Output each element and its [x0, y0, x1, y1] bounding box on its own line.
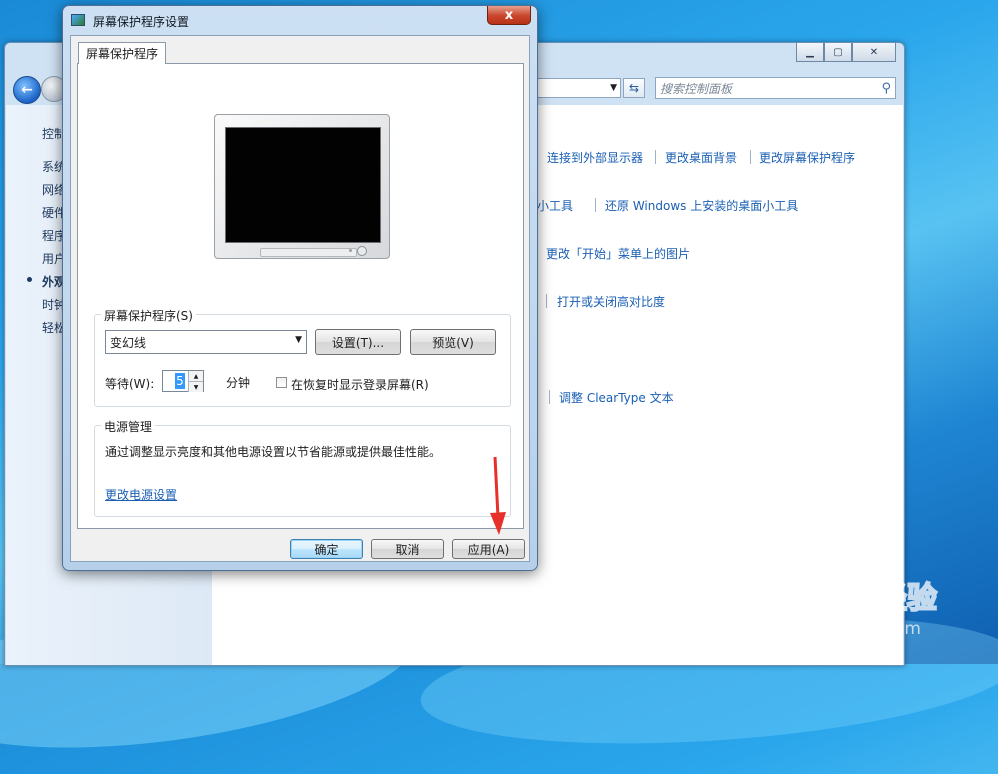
svg-text:Bai: Bai: [764, 573, 832, 617]
change-power-settings-link[interactable]: 更改电源设置: [105, 486, 177, 503]
screen-saver-dialog: 屏幕保护程序设置 x 屏幕保护程序 屏幕保护程序(S) 变幻线 ▼ 设置(T).…: [62, 5, 538, 571]
link-adjust-cleartype[interactable]: 调整 ClearType 文本: [559, 389, 674, 406]
window-caption-buttons: ▁ ▢ ✕: [796, 43, 896, 62]
link-separator: [546, 294, 547, 308]
preview-screen: [225, 127, 381, 243]
apply-button[interactable]: 应用(A): [452, 539, 525, 559]
minimize-icon: ▁: [806, 46, 814, 58]
screen-saver-selected-value: 变幻线: [110, 335, 147, 350]
link-separator: [750, 150, 751, 164]
spin-up-icon[interactable]: ▲: [188, 371, 203, 381]
monitor-base: [260, 248, 357, 257]
tab-label: 屏幕保护程序: [86, 47, 159, 61]
wait-minutes-stepper[interactable]: 5 ▲ ▼: [162, 370, 204, 392]
link-separator: [549, 390, 550, 404]
link-restore-gadgets[interactable]: 还原 Windows 上安装的桌面小工具: [605, 197, 798, 214]
resume-login-label[interactable]: 在恢复时显示登录屏幕(R): [291, 376, 429, 393]
svg-text:经验: 经验: [877, 581, 937, 616]
screen-saver-settings-icon: [71, 14, 85, 26]
preview-button[interactable]: 预览(V): [410, 329, 496, 355]
close-icon: x: [504, 7, 514, 23]
minimize-button[interactable]: ▁: [796, 43, 824, 62]
maximize-icon: ▢: [833, 46, 843, 58]
baidu-jingyan-watermark-logo: Bai 经验 jingyan.baidu.com: [763, 572, 938, 639]
search-icon[interactable]: ⚲: [881, 81, 891, 96]
cancel-button[interactable]: 取消: [371, 539, 444, 559]
link-separator: [655, 150, 656, 164]
screen-saver-group-label: 屏幕保护程序(S): [101, 307, 196, 324]
ok-button[interactable]: 确定: [290, 539, 363, 559]
link-high-contrast[interactable]: 打开或关闭高对比度: [557, 293, 665, 310]
back-arrow-icon: ←: [21, 82, 33, 98]
address-bar-dropdown[interactable]: ▼: [535, 78, 621, 98]
settings-button[interactable]: 设置(T)...: [315, 329, 401, 355]
tab-screen-saver[interactable]: 屏幕保护程序: [78, 42, 167, 64]
annotation-arrow-icon: [490, 456, 506, 535]
link-connect-external-display[interactable]: 连接到外部显示器: [547, 149, 643, 166]
wait-label: 等待(W):: [105, 377, 155, 391]
close-icon: ✕: [869, 46, 879, 58]
ok-button-label: 确定: [314, 542, 339, 557]
monitor-led-icon: [349, 249, 352, 252]
selected-bullet: [27, 277, 32, 282]
chevron-down-icon: ▼: [295, 335, 302, 345]
maximize-button[interactable]: ▢: [824, 43, 852, 62]
dialog-title: 屏幕保护程序设置: [93, 15, 190, 29]
link-change-desktop-background[interactable]: 更改桌面背景: [665, 149, 737, 166]
tab-page: 屏幕保护程序(S) 变幻线 ▼ 设置(T)... 预览(V) 等待(W): 5 …: [77, 63, 524, 529]
chevron-down-icon: ▼: [610, 83, 617, 93]
dialog-body: 屏幕保护程序 屏幕保护程序(S) 变幻线 ▼ 设置(T)... 预览(V) 等待…: [70, 35, 530, 562]
resume-login-checkbox[interactable]: [276, 377, 287, 388]
monitor-preview: [214, 114, 390, 259]
apply-button-label: 应用(A): [467, 542, 510, 557]
close-button[interactable]: ✕: [852, 43, 896, 62]
dialog-close-button[interactable]: x: [487, 6, 531, 25]
back-button[interactable]: ←: [13, 76, 41, 104]
refresh-icon: ⇆: [628, 81, 640, 95]
refresh-button[interactable]: ⇆: [623, 78, 645, 98]
power-management-group-label: 电源管理: [101, 418, 156, 435]
power-management-group: 电源管理 通过调整显示亮度和其他电源设置以节省能源或提供最佳性能。 更改电源设置: [94, 418, 511, 517]
monitor-power-icon: [357, 246, 367, 256]
wait-minutes-value[interactable]: 5: [175, 373, 185, 389]
link-separator: [595, 198, 596, 212]
search-placeholder: 搜索控制面板: [660, 81, 733, 96]
screen-saver-group: 屏幕保护程序(S) 变幻线 ▼ 设置(T)... 预览(V) 等待(W): 5 …: [94, 307, 511, 407]
minutes-label: 分钟: [226, 376, 251, 390]
link-change-start-menu-picture[interactable]: 更改「开始」菜单上的图片: [546, 245, 690, 262]
search-input[interactable]: 搜索控制面板 ⚲: [655, 77, 896, 99]
cancel-button-label: 取消: [395, 542, 420, 557]
settings-button-label: 设置(T)...: [331, 335, 385, 350]
spin-down-icon[interactable]: ▼: [188, 381, 203, 392]
svg-text:jingyan.baidu.com: jingyan.baidu.com: [763, 619, 921, 639]
preview-button-label: 预览(V): [432, 335, 474, 350]
screen-saver-select[interactable]: 变幻线 ▼: [105, 330, 307, 354]
link-change-screen-saver[interactable]: 更改屏幕保护程序: [759, 149, 855, 166]
power-description: 通过调整显示亮度和其他电源设置以节省能源或提供最佳性能。: [105, 445, 442, 459]
